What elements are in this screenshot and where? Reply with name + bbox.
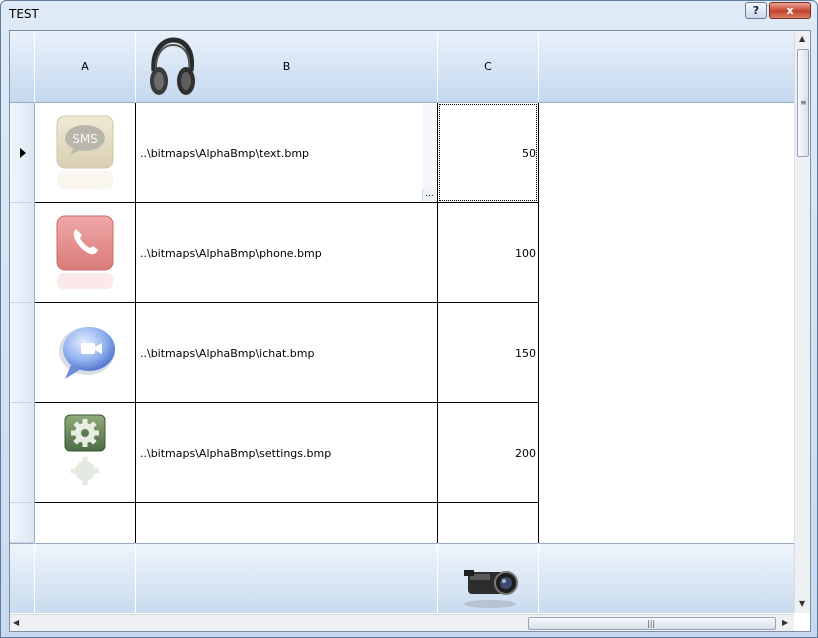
grid-empty-area [539, 103, 793, 543]
headphones-icon [150, 37, 195, 95]
vertical-scroll-thumb[interactable]: ≡ [797, 49, 809, 157]
row-header[interactable] [10, 103, 35, 203]
column-header-a[interactable]: A [35, 31, 136, 103]
close-button[interactable]: x [769, 2, 811, 19]
cell-b[interactable]: ..\bitmaps\AlphaBmp\text.bmp ... [136, 103, 438, 203]
cell-c-value: 150 [515, 347, 536, 360]
footer-cell-a [35, 543, 136, 613]
cell-a[interactable] [35, 203, 136, 303]
cell-a[interactable]: SMS [35, 103, 136, 203]
settings-icon [64, 414, 106, 485]
row-header[interactable] [10, 403, 35, 503]
cell-b[interactable]: ..\bitmaps\AlphaBmp\ichat.bmp [136, 303, 438, 403]
title-bar[interactable]: TEST ? x [1, 1, 817, 29]
app-window: TEST ? x A B C SMS ..\bitmaps\AlphaBmp\t… [0, 0, 818, 638]
cell-b-text: ..\bitmaps\AlphaBmp\settings.bmp [140, 447, 332, 460]
camcorder-icon [464, 570, 518, 608]
cell-c-value: 200 [515, 447, 536, 460]
row-header[interactable] [10, 203, 35, 303]
help-button[interactable]: ? [745, 2, 767, 19]
row-header[interactable] [10, 303, 35, 403]
footer-cell-c [438, 543, 539, 613]
cell-a[interactable] [35, 403, 136, 503]
cell-a-new[interactable] [35, 503, 136, 543]
vertical-scrollbar[interactable]: ▲ ≡ ▼ [794, 31, 810, 613]
grid-control[interactable]: A B C SMS ..\bitmaps\AlphaBmp\text.bmp .… [9, 30, 811, 632]
column-header-c[interactable]: C [438, 31, 539, 103]
cell-b[interactable]: ..\bitmaps\AlphaBmp\settings.bmp [136, 403, 438, 503]
cell-b[interactable]: ..\bitmaps\AlphaBmp\phone.bmp [136, 203, 438, 303]
grip-icon: ||| [647, 619, 656, 628]
ichat-icon [59, 327, 115, 379]
scroll-right-arrow-icon[interactable]: ▶ [782, 618, 788, 627]
horizontal-scrollbar[interactable]: ◀ ||| ▶ [10, 614, 794, 631]
cell-c-new[interactable] [438, 503, 539, 543]
cell-c-selected[interactable]: 50 [438, 103, 539, 203]
cell-editor-strip [423, 104, 436, 189]
scroll-left-arrow-icon[interactable]: ◀ [13, 618, 19, 627]
corner-header[interactable] [10, 31, 35, 103]
cell-a[interactable] [35, 303, 136, 403]
cell-c[interactable]: 100 [438, 203, 539, 303]
horizontal-scroll-thumb[interactable]: ||| [528, 617, 776, 630]
phone-icon [56, 215, 114, 289]
cell-b-text: ..\bitmaps\AlphaBmp\ichat.bmp [140, 347, 315, 360]
scroll-down-arrow-icon[interactable]: ▼ [799, 599, 805, 608]
grip-icon: ≡ [800, 98, 807, 107]
row-pointer-icon [20, 148, 26, 158]
footer-filler [539, 543, 794, 613]
header-filler [539, 31, 794, 103]
cell-c[interactable]: 150 [438, 303, 539, 403]
cell-b-text: ..\bitmaps\AlphaBmp\text.bmp [140, 147, 310, 160]
scroll-up-arrow-icon[interactable]: ▲ [799, 34, 805, 43]
sms-icon-label: SMS [72, 132, 98, 146]
footer-corner [10, 543, 35, 613]
footer-cell-b [136, 543, 438, 613]
ellipsis-button[interactable]: ... [422, 189, 436, 201]
sms-icon: SMS [56, 115, 114, 189]
cell-b-new[interactable] [136, 503, 438, 543]
cell-c-value: 50 [522, 147, 536, 160]
column-header-label: A [81, 60, 89, 73]
cell-c[interactable]: 200 [438, 403, 539, 503]
column-header-b[interactable]: B [136, 31, 438, 103]
row-header-new[interactable] [10, 503, 35, 543]
cell-c-value: 100 [515, 247, 536, 260]
cell-b-text: ..\bitmaps\AlphaBmp\phone.bmp [140, 247, 322, 260]
window-title: TEST [9, 7, 39, 21]
column-header-label: C [484, 60, 492, 73]
